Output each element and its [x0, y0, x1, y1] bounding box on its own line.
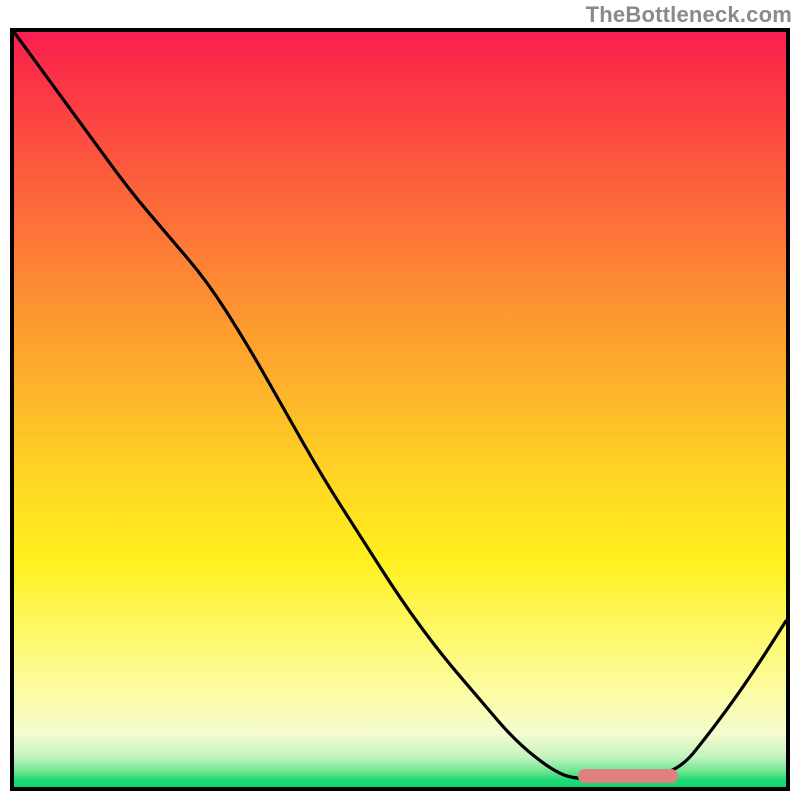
plot-area: [10, 28, 790, 791]
viewport: TheBottleneck.com: [0, 0, 800, 800]
optimal-range-marker: [578, 769, 678, 783]
bottleneck-curve: [14, 32, 786, 787]
curve-path: [14, 32, 786, 780]
watermark-text: TheBottleneck.com: [586, 2, 792, 28]
